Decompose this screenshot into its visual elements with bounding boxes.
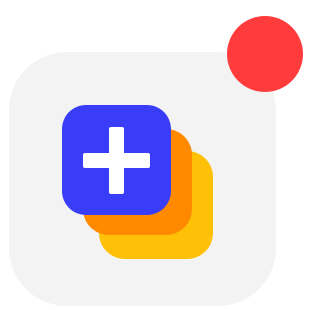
notification-badge: [227, 16, 303, 92]
plus-vertical-bar: [109, 127, 124, 194]
blue-plus-card-icon: [62, 105, 171, 215]
plus-icon: [83, 127, 150, 194]
icon-canvas: [0, 0, 303, 310]
